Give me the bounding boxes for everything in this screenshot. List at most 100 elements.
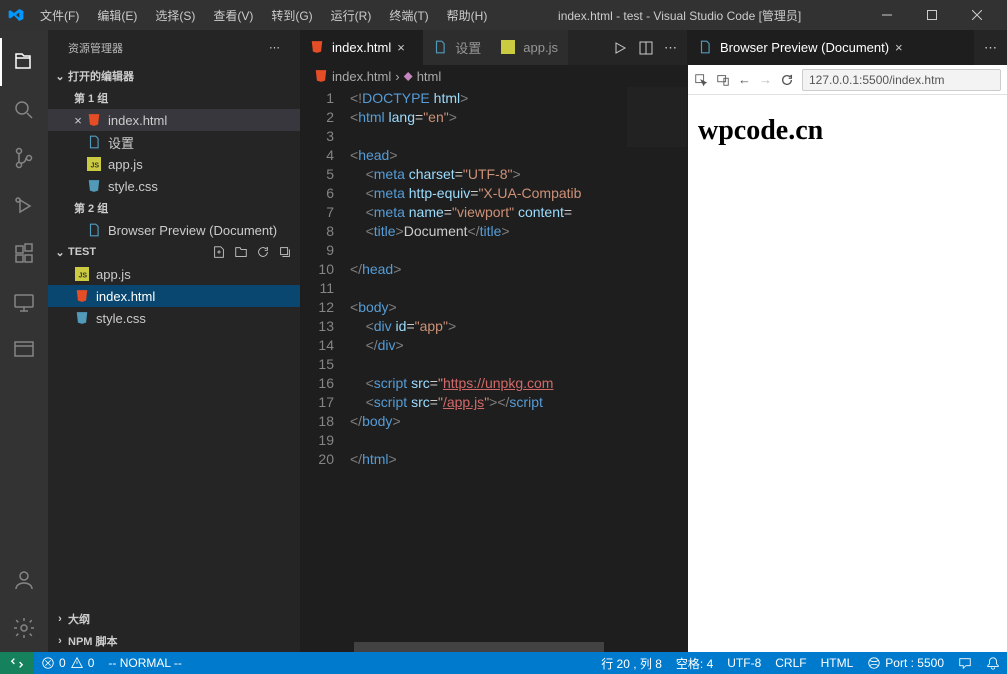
css-file-icon <box>74 310 90 326</box>
run-icon[interactable] <box>612 40 628 56</box>
horizontal-scrollbar[interactable] <box>300 642 687 652</box>
file-icon <box>698 40 714 56</box>
source-control-icon[interactable] <box>0 134 48 182</box>
breadcrumb-file[interactable]: index.html <box>332 69 391 84</box>
remote-button[interactable] <box>0 652 34 674</box>
breadcrumb-symbol[interactable]: html <box>417 69 442 84</box>
explorer-icon[interactable] <box>0 38 48 86</box>
vim-mode: -- NORMAL -- <box>101 652 189 674</box>
activitybar <box>0 30 48 652</box>
sidebar-title-label: 资源管理器 <box>68 40 123 56</box>
devices-icon[interactable] <box>716 73 730 87</box>
menu-run[interactable]: 运行(R) <box>323 3 380 28</box>
open-editors-section[interactable]: ⌄ 打开的编辑器 <box>48 65 300 87</box>
notifications-icon[interactable] <box>979 652 1007 674</box>
npm-scripts-section[interactable]: › NPM 脚本 <box>48 630 300 652</box>
browser-preview-activity-icon[interactable] <box>0 326 48 374</box>
menu-view[interactable]: 查看(V) <box>205 3 261 28</box>
menu-select[interactable]: 选择(S) <box>147 3 203 28</box>
editor-group-1[interactable]: 第 1 组 <box>48 87 300 109</box>
file-label: Browser Preview (Document) <box>108 223 277 238</box>
menu-help[interactable]: 帮助(H) <box>439 3 496 28</box>
js-file-icon: JS <box>74 266 90 282</box>
project-file-app-js[interactable]: JS app.js <box>48 263 300 285</box>
remote-explorer-icon[interactable] <box>0 278 48 326</box>
minimap[interactable] <box>627 87 687 147</box>
open-editor-style-css[interactable]: style.css <box>48 175 300 197</box>
html-file-icon <box>310 40 326 56</box>
open-editor-browser-preview[interactable]: Browser Preview (Document) <box>48 219 300 241</box>
minimize-button[interactable] <box>864 0 909 30</box>
outline-section[interactable]: › 大纲 <box>48 608 300 630</box>
file-label: app.js <box>108 157 143 172</box>
tab-label: index.html <box>332 40 391 55</box>
close-tab-icon[interactable]: × <box>895 40 911 55</box>
open-editor-settings[interactable]: 设置 <box>48 131 300 153</box>
problems-button[interactable]: 0 0 <box>34 652 101 674</box>
extensions-icon[interactable] <box>0 230 48 278</box>
menu-terminal[interactable]: 终端(T) <box>381 3 436 28</box>
editor-group-2[interactable]: 第 2 组 <box>48 197 300 219</box>
close-icon[interactable]: × <box>70 113 86 128</box>
project-file-style-css[interactable]: style.css <box>48 307 300 329</box>
reload-icon[interactable] <box>780 73 794 87</box>
debug-icon[interactable] <box>0 182 48 230</box>
sidebar: 资源管理器 ⋯ ⌄ 打开的编辑器 第 1 组 × index.html 设置 J… <box>48 30 300 652</box>
tab-settings[interactable]: 设置 <box>423 30 491 65</box>
feedback-icon[interactable] <box>951 652 979 674</box>
file-label: style.css <box>108 179 158 194</box>
file-icon <box>86 134 102 150</box>
inspect-icon[interactable] <box>694 73 708 87</box>
tab-index-html[interactable]: index.html × <box>300 30 423 65</box>
file-label: style.css <box>96 311 146 326</box>
tab-app-js[interactable]: app.js <box>491 30 568 65</box>
svg-text:JS: JS <box>91 163 100 170</box>
code-editor[interactable]: 1 2 3 4 5 6 7 8 9 10 11 12 13 14 15 16 1… <box>300 87 687 642</box>
split-editor-icon[interactable] <box>638 40 654 56</box>
menu-goto[interactable]: 转到(G) <box>263 3 320 28</box>
refresh-icon[interactable] <box>256 245 270 259</box>
search-icon[interactable] <box>0 86 48 134</box>
new-file-icon[interactable] <box>212 245 226 259</box>
url-text: 127.0.0.1:5500/index.htm <box>809 73 944 87</box>
sidebar-title: 资源管理器 ⋯ <box>48 30 300 65</box>
preview-toolbar: ← → 127.0.0.1:5500/index.htm <box>688 65 1007 95</box>
tab-label: Browser Preview (Document) <box>720 40 889 55</box>
new-folder-icon[interactable] <box>234 245 248 259</box>
preview-panel: Browser Preview (Document) × ⋯ ← → 127.0… <box>687 30 1007 652</box>
code-content[interactable]: <!DOCTYPE html> <html lang="en"> <head> … <box>350 87 687 642</box>
forward-icon[interactable]: → <box>759 72 772 87</box>
project-file-index-html[interactable]: index.html <box>48 285 300 307</box>
statusbar: 0 0 -- NORMAL -- 行 20 , 列 8 空格: 4 UTF-8 … <box>0 652 1007 674</box>
menu-edit[interactable]: 编辑(E) <box>89 3 145 28</box>
more-actions-icon[interactable]: ⋯ <box>984 40 997 56</box>
open-editor-index-html[interactable]: × index.html <box>48 109 300 131</box>
open-editor-app-js[interactable]: JS app.js <box>48 153 300 175</box>
close-window-button[interactable] <box>954 0 999 30</box>
live-server-port[interactable]: Port : 5500 <box>860 652 951 674</box>
breadcrumb[interactable]: index.html › ⬥ html <box>300 65 687 87</box>
cursor-position[interactable]: 行 20 , 列 8 <box>594 652 669 674</box>
js-file-icon <box>501 40 517 56</box>
titlebar: 文件(F) 编辑(E) 选择(S) 查看(V) 转到(G) 运行(R) 终端(T… <box>0 0 1007 30</box>
open-editors-label: 打开的编辑器 <box>68 68 134 84</box>
settings-gear-icon[interactable] <box>0 604 48 652</box>
encoding[interactable]: UTF-8 <box>720 652 768 674</box>
url-input[interactable]: 127.0.0.1:5500/index.htm <box>802 69 1001 91</box>
close-tab-icon[interactable]: × <box>397 40 413 55</box>
language-mode[interactable]: HTML <box>814 652 861 674</box>
sidebar-more-icon[interactable]: ⋯ <box>269 41 280 54</box>
indentation[interactable]: 空格: 4 <box>669 652 720 674</box>
back-icon[interactable]: ← <box>738 72 751 87</box>
project-section[interactable]: ⌄ TEST <box>48 241 300 263</box>
more-actions-icon[interactable]: ⋯ <box>664 40 677 56</box>
vscode-logo-icon <box>8 7 24 23</box>
menu-file[interactable]: 文件(F) <box>32 3 87 28</box>
maximize-button[interactable] <box>909 0 954 30</box>
accounts-icon[interactable] <box>0 556 48 604</box>
collapse-all-icon[interactable] <box>278 245 292 259</box>
preview-tabs: Browser Preview (Document) × ⋯ <box>688 30 1007 65</box>
eol[interactable]: CRLF <box>768 652 813 674</box>
tab-browser-preview[interactable]: Browser Preview (Document) × <box>688 30 974 65</box>
chevron-right-icon: › <box>52 613 68 625</box>
